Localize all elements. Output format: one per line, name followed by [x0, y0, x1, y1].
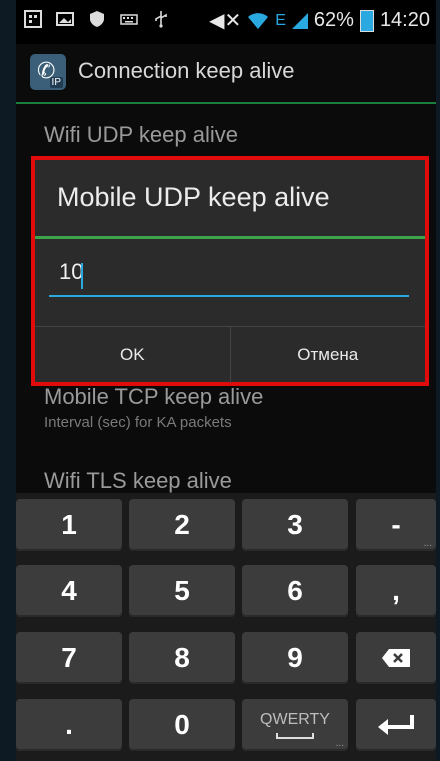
signal-icon — [291, 12, 308, 29]
key-5[interactable]: 5 — [129, 565, 235, 617]
key-2[interactable]: 2 — [129, 499, 235, 551]
app-icon-badge: IP — [49, 77, 63, 88]
clock: 14:20 — [379, 9, 430, 31]
battery-icon — [359, 9, 374, 32]
dialog-buttons: OK Отмена — [35, 326, 425, 383]
edit-dialog: Mobile UDP keep alive OK Отмена — [35, 160, 425, 383]
key-7[interactable]: 7 — [16, 632, 122, 684]
usb-icon — [155, 11, 167, 28]
list-item-title: Wifi TLS keep alive — [44, 468, 232, 493]
image-icon — [56, 12, 74, 26]
screen: ◀✕ E 62% 14:20 ✆ IP Connection keep aliv… — [16, 0, 436, 761]
status-bar: ◀✕ E 62% 14:20 — [16, 0, 436, 44]
cancel-button[interactable]: Отмена — [229, 327, 426, 383]
enter-key[interactable] — [356, 699, 436, 751]
app-icon[interactable]: ✆ IP — [30, 54, 66, 90]
shield-icon — [90, 11, 104, 27]
battery-percent: 62% — [313, 9, 354, 31]
dialog-highlight-box: Mobile UDP keep alive OK Отмена — [31, 156, 429, 386]
list-item-title: Wifi UDP keep alive — [44, 122, 238, 147]
key-6[interactable]: 6 — [242, 565, 348, 617]
list-item-mobile-tcp[interactable]: Mobile TCP keep alive Interval (sec) for… — [44, 384, 263, 431]
device-frame: ◀✕ E 62% 14:20 ✆ IP Connection keep aliv… — [0, 0, 440, 761]
network-type: E — [275, 11, 286, 29]
key-more-dots: ... — [335, 738, 344, 749]
device-edge-right — [436, 0, 440, 761]
interval-input[interactable] — [49, 258, 401, 286]
key-3[interactable]: 3 — [242, 499, 348, 551]
bbm-icon — [24, 10, 42, 28]
key-minus-label: - — [391, 509, 401, 540]
system-icons: ◀✕ E 62% 14:20 — [209, 8, 430, 33]
ok-button[interactable]: OK — [35, 327, 230, 383]
notification-icons — [24, 10, 170, 28]
key-0[interactable]: 0 — [129, 699, 235, 751]
key-1[interactable]: 1 — [16, 499, 122, 551]
qwerty-label: QWERTY — [260, 711, 330, 728]
space-icon — [276, 733, 314, 739]
key-comma[interactable]: , — [356, 565, 436, 617]
mute-icon: ◀✕ — [209, 10, 242, 32]
backspace-key[interactable] — [356, 632, 436, 684]
list-item-subtitle: Interval (sec) for KA packets — [44, 414, 232, 431]
key-period[interactable]: . — [16, 699, 122, 751]
list-item-wifi-udp[interactable]: Wifi UDP keep alive — [44, 122, 238, 148]
interval-input-container — [49, 258, 409, 294]
key-4[interactable]: 4 — [16, 565, 122, 617]
qwerty-key[interactable]: QWERTY ... — [242, 699, 348, 751]
dialog-title: Mobile UDP keep alive — [57, 182, 330, 212]
dialog-title-divider — [35, 236, 425, 239]
input-underline — [49, 295, 409, 297]
text-cursor — [81, 263, 83, 289]
backspace-icon — [382, 649, 410, 667]
numeric-keyboard: 1 2 3 - ... 4 5 6 , 7 8 9 . 0 QWERTY ... — [16, 493, 436, 761]
keyboard-icon — [120, 14, 138, 25]
wifi-icon — [248, 12, 269, 29]
key-minus[interactable]: - ... — [356, 499, 436, 551]
list-item-wifi-tls[interactable]: Wifi TLS keep alive — [44, 468, 232, 494]
key-8[interactable]: 8 — [129, 632, 235, 684]
enter-icon — [378, 715, 414, 735]
page-title: Connection keep alive — [78, 58, 295, 83]
key-9[interactable]: 9 — [242, 632, 348, 684]
list-item-title: Mobile TCP keep alive — [44, 384, 264, 409]
action-bar: ✆ IP Connection keep alive — [16, 44, 436, 104]
key-more-dots: ... — [423, 538, 432, 549]
device-edge-left — [0, 0, 16, 761]
